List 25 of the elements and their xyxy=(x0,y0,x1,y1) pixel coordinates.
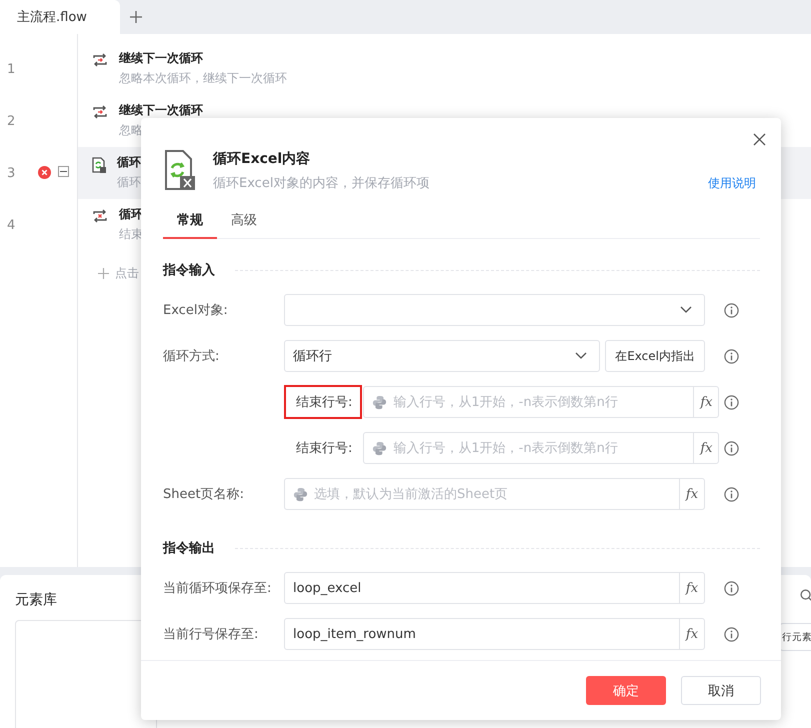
step-title: 继续下一次循环 xyxy=(119,102,203,119)
line-number: 2 xyxy=(7,114,16,128)
field-label: 当前循环项保存至: xyxy=(163,580,272,597)
panel-title: 元素库 xyxy=(15,591,57,609)
dialog-title: 循环Excel内容 xyxy=(213,150,312,168)
line-number: 1 xyxy=(7,62,16,76)
field-label: 结束行号: xyxy=(284,385,362,419)
placeholder-text: 选填，默认为当前激活的Sheet页 xyxy=(314,486,509,503)
step-title: 继续下一次循环 xyxy=(119,50,204,67)
field-label: Excel对象: xyxy=(163,302,229,319)
field-label: Sheet页名称: xyxy=(163,486,245,503)
field-label: 当前行号保存至: xyxy=(163,626,260,643)
line-number: 4 xyxy=(7,218,16,232)
field-label: 循环方式: xyxy=(163,348,220,365)
placeholder-text: 输入行号，从1开始，-n表示倒数第n行 xyxy=(393,440,619,457)
placeholder-text: 输入行号，从1开始，-n表示倒数第n行 xyxy=(393,394,619,411)
section-title: 指令输出 xyxy=(163,540,215,557)
step-title: 循环 xyxy=(117,154,141,171)
step-description: 忽略本次循环，继续下一次循环 xyxy=(119,70,287,87)
section-title: 指令输入 xyxy=(163,262,215,279)
line-number: 3 xyxy=(7,166,16,180)
step-description: 忽略 xyxy=(119,122,144,139)
field-label: 结束行号: xyxy=(295,440,354,458)
step-description: 循环 xyxy=(117,174,141,191)
dialog-description: 循环Excel对象的内容，并保存循环项 xyxy=(213,175,430,192)
